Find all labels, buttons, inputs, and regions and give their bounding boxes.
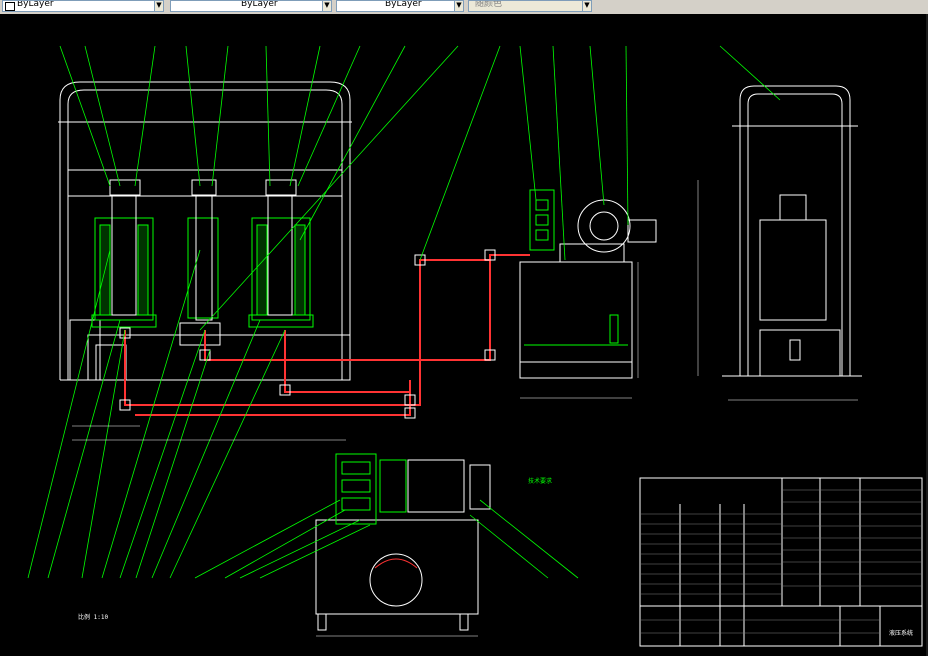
color-swatch-icon: [5, 2, 15, 11]
properties-toolbar: ByLayer ▼ ByLayer ▼ ByLayer ▼ 随颜色 ▼: [0, 0, 928, 15]
color-dropdown[interactable]: ByLayer ▼: [2, 0, 164, 12]
power-unit-side: [519, 189, 657, 379]
scale-note: 比例 1:10: [78, 614, 109, 621]
plotstyle-dropdown[interactable]: 随颜色 ▼: [468, 0, 592, 12]
color-dropdown-label: ByLayer: [17, 0, 54, 9]
chevron-down-icon[interactable]: ▼: [154, 1, 163, 11]
cad-drawing: [27, 45, 923, 647]
drawing-canvas[interactable]: 液压系统 比例 1:10 技术要求: [0, 14, 928, 656]
title-block: [639, 477, 923, 647]
linetype-dropdown-label: ByLayer: [241, 0, 278, 9]
title-block-name: 液压系统: [889, 630, 914, 637]
tech-requirements-title: 技术要求: [528, 478, 553, 485]
linetype-dropdown[interactable]: ByLayer ▼: [170, 0, 332, 12]
power-unit-plan: [315, 453, 491, 631]
chevron-down-icon[interactable]: ▼: [582, 1, 591, 11]
press-side-view: [722, 85, 862, 377]
plotstyle-dropdown-label: 随颜色: [475, 0, 503, 9]
chevron-down-icon[interactable]: ▼: [454, 1, 463, 11]
lineweight-dropdown-label: ByLayer: [385, 0, 422, 9]
lineweight-dropdown[interactable]: ByLayer ▼: [336, 0, 464, 12]
cylinders-front: [91, 179, 314, 328]
chevron-down-icon[interactable]: ▼: [322, 1, 331, 11]
